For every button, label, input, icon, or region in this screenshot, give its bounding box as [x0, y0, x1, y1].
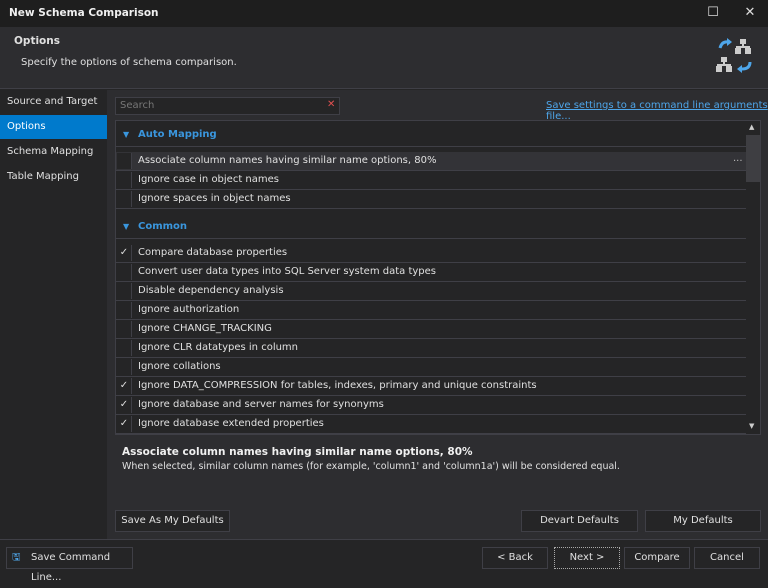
page-title: Options: [14, 35, 60, 47]
option-checkbox[interactable]: [117, 359, 132, 375]
schema-compare-logo-icon: [716, 38, 752, 73]
sidebar-item-table-mapping[interactable]: Table Mapping: [0, 165, 107, 189]
option-label: Ignore case in object names: [138, 174, 280, 185]
option-row[interactable]: Associate column names having similar na…: [116, 152, 746, 171]
option-row[interactable]: Ignore collations: [116, 358, 746, 377]
chevron-down-icon: ▼: [123, 222, 130, 231]
option-checkbox[interactable]: ✓: [117, 378, 132, 394]
option-row[interactable]: Ignore spaces in object names: [116, 190, 746, 209]
page-header: Options Specify the options of schema co…: [0, 27, 768, 89]
scroll-down-icon[interactable]: ▼: [749, 422, 754, 430]
my-defaults-button[interactable]: My Defaults: [645, 510, 761, 532]
option-row[interactable]: Ignore CHANGE_TRACKING: [116, 320, 746, 339]
save-command-line-button[interactable]: 🖫 Save Command Line...: [6, 547, 133, 583]
devart-defaults-button[interactable]: Devart Defaults: [521, 510, 638, 532]
option-checkbox[interactable]: [117, 153, 132, 169]
page-subtitle: Specify the options of schema comparison…: [21, 57, 237, 68]
sidebar-item-options[interactable]: Options: [0, 115, 107, 139]
option-checkbox[interactable]: [117, 191, 132, 207]
option-label: Associate column names having similar na…: [138, 155, 437, 166]
option-label: Ignore DATA_COMPRESSION for tables, inde…: [138, 380, 537, 391]
maximize-icon[interactable]: ☐: [703, 4, 723, 22]
option-checkbox[interactable]: ✓: [117, 245, 132, 261]
wizard-sidebar: Source and Target Options Schema Mapping…: [0, 90, 107, 539]
option-label: Compare database properties: [138, 247, 288, 258]
option-label: Convert user data types into SQL Server …: [138, 266, 436, 277]
option-row[interactable]: Ignore CLR datatypes in column: [116, 339, 746, 358]
option-checkbox[interactable]: [117, 283, 132, 299]
option-checkbox[interactable]: ✓: [117, 397, 132, 413]
options-list: ▼ Auto Mapping Associate column names havi…: [115, 120, 761, 435]
back-button[interactable]: < Back: [482, 547, 548, 569]
option-row[interactable]: Ignore authorization: [116, 301, 746, 320]
scroll-up-icon[interactable]: ▲: [749, 123, 754, 131]
option-checkbox[interactable]: [117, 321, 132, 337]
scrollbar-thumb[interactable]: [746, 135, 760, 182]
chevron-down-icon: ▼: [123, 130, 130, 139]
compare-button[interactable]: Compare: [624, 547, 690, 569]
option-row[interactable]: Disable dependency analysis: [116, 282, 746, 301]
option-row[interactable]: Ignore case in object names: [116, 171, 746, 190]
option-row[interactable]: ✓ Ignore database and server names for sy…: [116, 396, 746, 415]
option-row[interactable]: ✓ Ignore database extended properties: [116, 415, 746, 434]
option-checkbox[interactable]: ✓: [117, 416, 132, 432]
clear-search-icon[interactable]: ✕: [327, 99, 335, 110]
option-checkbox[interactable]: [117, 172, 132, 188]
sidebar-item-source-and-target[interactable]: Source and Target: [0, 90, 107, 114]
save-command-line-label: Save Command Line...: [31, 552, 111, 583]
option-label: Ignore spaces in object names: [138, 193, 291, 204]
option-checkbox[interactable]: [117, 264, 132, 280]
group-title: Common: [138, 221, 188, 232]
more-options-icon[interactable]: ...: [733, 153, 743, 164]
group-title: Auto Mapping: [138, 129, 217, 140]
title-bar: New Schema Comparison ☐ ✕: [0, 0, 768, 27]
option-label: Ignore database and server names for syn…: [138, 399, 384, 410]
cancel-button[interactable]: Cancel: [694, 547, 760, 569]
option-checkbox[interactable]: [117, 302, 132, 318]
sidebar-item-schema-mapping[interactable]: Schema Mapping: [0, 140, 107, 164]
group-header-common[interactable]: ▼ Common: [116, 215, 746, 239]
option-label: Ignore database extended properties: [138, 418, 324, 429]
save-icon: 🖫: [12, 552, 21, 563]
option-label: Ignore CHANGE_TRACKING: [138, 323, 272, 334]
group-header-auto-mapping[interactable]: ▼ Auto Mapping: [116, 123, 746, 147]
save-as-my-defaults-button[interactable]: Save As My Defaults: [115, 510, 230, 532]
option-label: Ignore CLR datatypes in column: [138, 342, 299, 353]
option-checkbox[interactable]: [117, 340, 132, 356]
option-row[interactable]: ✓ Ignore DATA_COMPRESSION for tables, ind…: [116, 377, 746, 396]
option-description-title: Associate column names having similar na…: [122, 446, 473, 458]
option-label: Disable dependency analysis: [138, 285, 284, 296]
close-icon[interactable]: ✕: [740, 4, 760, 22]
next-button[interactable]: Next >: [554, 547, 620, 569]
option-row[interactable]: Convert user data types into SQL Server …: [116, 263, 746, 282]
option-description-text: When selected, similar column names (for…: [122, 461, 620, 472]
option-row[interactable]: ✓ Compare database properties: [116, 244, 746, 263]
option-label: Ignore authorization: [138, 304, 240, 315]
search-input[interactable]: Search: [115, 97, 340, 115]
window-title: New Schema Comparison: [9, 7, 159, 19]
save-settings-link[interactable]: Save settings to a command line argument…: [546, 100, 768, 122]
option-label: Ignore collations: [138, 361, 221, 372]
